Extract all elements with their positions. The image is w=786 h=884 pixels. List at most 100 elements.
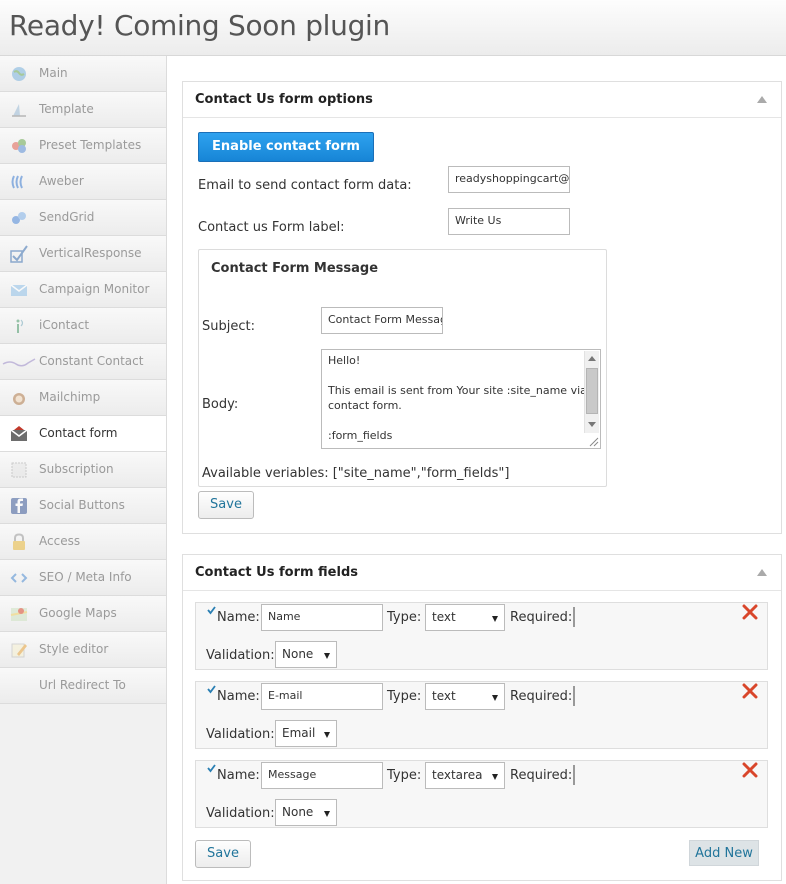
- field-row: Name: E-mail Type: text Required: Valida…: [195, 681, 768, 749]
- subscription-icon: [11, 462, 27, 478]
- sidebar-item-access[interactable]: Access: [0, 524, 166, 560]
- sidebar-item-contact-form[interactable]: Contact form: [0, 416, 166, 452]
- check-icon: [207, 606, 216, 615]
- delete-icon[interactable]: [742, 762, 758, 778]
- field-type-value: textarea: [432, 768, 483, 782]
- sidebar-item-subscription[interactable]: Subscription: [0, 452, 166, 488]
- scroll-thumb[interactable]: [586, 368, 598, 414]
- sidebar-item-label: Access: [39, 534, 81, 548]
- scroll-down-icon[interactable]: [588, 422, 596, 427]
- checkmark-icon: [10, 245, 28, 263]
- name-label: Name:: [217, 689, 260, 704]
- sidebar-item-constant-contact[interactable]: Constant Contact: [0, 344, 166, 380]
- email-input[interactable]: readyshoppingcart@g: [448, 166, 570, 193]
- sidebar-item-icontact[interactable]: iContact: [0, 308, 166, 344]
- sidebar-item-main[interactable]: Main: [0, 56, 166, 92]
- chevron-down-icon: [492, 616, 498, 622]
- resize-grip-icon[interactable]: [587, 435, 599, 447]
- validation-label: Validation:: [206, 648, 275, 663]
- available-variables-text: Available veriables: ["site_name","form_…: [202, 466, 510, 481]
- field-validation-select[interactable]: None: [275, 641, 337, 668]
- required-checkbox[interactable]: [573, 765, 575, 785]
- field-name-input[interactable]: Name: [261, 604, 383, 631]
- sidebar-item-campaign-monitor[interactable]: Campaign Monitor: [0, 272, 166, 308]
- fields-save-button[interactable]: Save: [195, 840, 251, 868]
- body-line: Hello!: [328, 354, 361, 367]
- type-label: Type:: [387, 768, 422, 783]
- field-validation-select[interactable]: None: [275, 799, 337, 826]
- facebook-icon: [11, 498, 27, 514]
- sidebar-item-preset-templates[interactable]: Preset Templates: [0, 128, 166, 164]
- sidebar-item-label: Mailchimp: [39, 390, 101, 404]
- sidebar-item-social-buttons[interactable]: Social Buttons: [0, 488, 166, 524]
- field-type-select[interactable]: text: [425, 604, 505, 631]
- field-name-input[interactable]: Message: [261, 762, 383, 789]
- aweber-icon: [11, 175, 23, 189]
- scroll-up-icon[interactable]: [588, 356, 596, 361]
- field-type-select[interactable]: text: [425, 683, 505, 710]
- sidebar-item-verticalresponse[interactable]: VerticalResponse: [0, 236, 166, 272]
- type-label: Type:: [387, 689, 422, 704]
- sidebar-item-label: VerticalResponse: [39, 246, 142, 260]
- required-label: Required:: [510, 610, 573, 625]
- collapse-icon[interactable]: [757, 569, 767, 576]
- sidebar-item-label: Contact form: [39, 426, 118, 440]
- name-label: Name:: [217, 610, 260, 625]
- body-textarea[interactable]: Hello! This email is sent from Your site…: [321, 349, 601, 449]
- fields-panel-title: Contact Us form fields: [195, 565, 359, 580]
- palette-icon: [12, 139, 26, 153]
- field-row: Name: Message Type: textarea Required: V…: [195, 760, 768, 828]
- sidebar-item-template[interactable]: Template: [0, 92, 166, 128]
- body-label: Body:: [202, 397, 239, 412]
- sidebar-item-style-editor[interactable]: Style editor: [0, 632, 166, 668]
- form-label-label: Contact us Form label:: [198, 220, 345, 235]
- textarea-scrollbar[interactable]: [584, 351, 599, 433]
- email-label: Email to send contact form data:: [198, 178, 412, 193]
- sidebar-item-sendgrid[interactable]: SendGrid: [0, 200, 166, 236]
- chevron-down-icon: [324, 732, 330, 738]
- message-box-title: Contact Form Message: [211, 261, 379, 276]
- sidebar-item-label: Aweber: [39, 174, 84, 188]
- field-validation-select[interactable]: Email: [275, 720, 337, 747]
- options-save-button[interactable]: Save: [198, 491, 254, 519]
- type-label: Type:: [387, 610, 422, 625]
- field-validation-value: None: [282, 647, 314, 661]
- chevron-down-icon: [324, 811, 330, 817]
- field-type-select[interactable]: textarea: [425, 762, 505, 789]
- sidebar-item-aweber[interactable]: Aweber: [0, 164, 166, 200]
- sidebar-item-seo-meta-info[interactable]: SEO / Meta Info: [0, 560, 166, 596]
- lock-icon: [13, 533, 25, 550]
- sidebar-item-label: Template: [39, 102, 94, 116]
- pencil-icon: [11, 643, 27, 658]
- sidebar-item-google-maps[interactable]: Google Maps: [0, 596, 166, 632]
- add-new-button[interactable]: Add New: [689, 840, 759, 866]
- form-label-input[interactable]: Write Us: [448, 208, 570, 235]
- page-header: Ready! Coming Soon plugin: [0, 0, 786, 56]
- sidebar-item-mailchimp[interactable]: Mailchimp: [0, 380, 166, 416]
- subject-input[interactable]: Contact Form Messag: [321, 307, 443, 334]
- envelope-icon: [10, 284, 28, 296]
- subject-label: Subject:: [202, 319, 255, 334]
- delete-icon[interactable]: [742, 604, 758, 620]
- chevron-down-icon: [324, 653, 330, 659]
- enable-contact-form-button[interactable]: Enable contact form: [198, 132, 374, 162]
- required-checkbox[interactable]: [573, 686, 575, 706]
- body-line: contact form.: [328, 399, 402, 412]
- mail-icon: [10, 426, 28, 441]
- sendgrid-icon: [12, 212, 26, 224]
- collapse-icon[interactable]: [757, 96, 767, 103]
- body-line: :form_fields: [328, 429, 393, 442]
- field-name-input[interactable]: E-mail: [261, 683, 383, 710]
- field-validation-value: None: [282, 805, 314, 819]
- field-row: Name: Name Type: text Required: Validati…: [195, 602, 768, 670]
- sidebar-item-label: Url Redirect To: [39, 678, 126, 692]
- sidebar-item-label: Preset Templates: [39, 138, 142, 152]
- fields-panel-header: Contact Us form fields: [183, 555, 781, 591]
- map-icon: [10, 608, 28, 621]
- delete-icon[interactable]: [742, 683, 758, 699]
- required-checkbox[interactable]: [573, 607, 575, 627]
- sidebar-item-url-redirect[interactable]: Url Redirect To: [0, 668, 166, 704]
- check-icon: [207, 764, 216, 773]
- body-line: This email is sent from Your site :site_…: [328, 384, 587, 397]
- sidebar-item-label: SEO / Meta Info: [39, 570, 132, 584]
